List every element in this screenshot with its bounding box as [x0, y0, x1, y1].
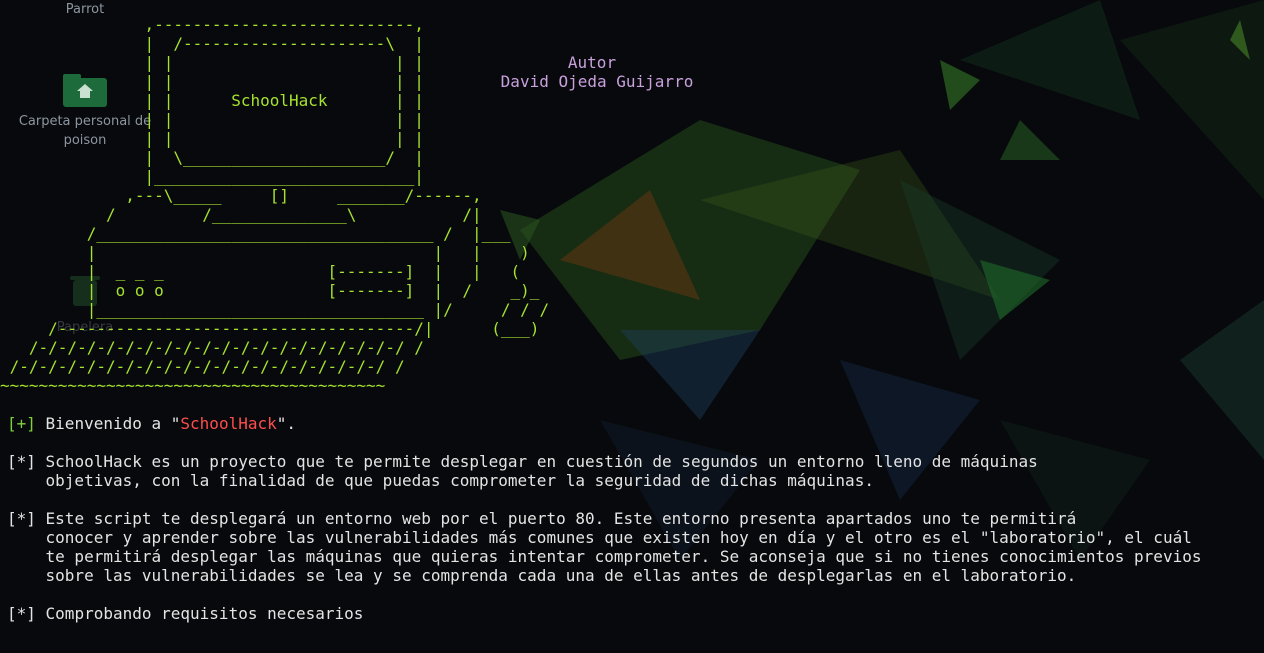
- description-line-1: SchoolHack es un proyecto que te permite…: [35, 452, 1038, 471]
- ascii-computer-art: ,---------------------------, | /-------…: [0, 15, 550, 395]
- terminal-output[interactable]: ,---------------------------, | /-------…: [0, 0, 1264, 653]
- script-info-line-1: Este script te desplegará un entorno web…: [35, 509, 1077, 528]
- welcome-text-end: ".: [276, 414, 296, 433]
- checking-text: Comprobando requisitos necesarios: [35, 604, 364, 623]
- author-name: David Ojeda Guijarro: [500, 72, 694, 91]
- info-prefix: [*]: [7, 509, 36, 528]
- info-prefix: [*]: [7, 604, 36, 623]
- welcome-highlight: SchoolHack: [180, 414, 277, 433]
- message-welcome: [+] Bienvenido a "SchoolHack".: [7, 414, 296, 433]
- script-info-line-2: conocer y aprender sobre las vulnerabili…: [7, 528, 1192, 547]
- script-info-line-4: sobre las vulnerabilidades se lea y se c…: [7, 566, 1077, 585]
- banner-title: SchoolHack: [231, 91, 328, 110]
- info-prefix: [*]: [7, 452, 36, 471]
- message-description: [*] SchoolHack es un proyecto que te per…: [7, 452, 1038, 490]
- success-prefix: [+]: [7, 414, 36, 433]
- author-heading: Autor: [567, 53, 617, 72]
- description-line-2: objetivas, con la finalidad de que pueda…: [7, 471, 874, 490]
- welcome-text: Bienvenido a ": [35, 414, 181, 433]
- message-checking-requirements: [*] Comprobando requisitos necesarios: [7, 604, 363, 623]
- message-script-info: [*] Este script te desplegará un entorno…: [7, 509, 1201, 585]
- script-info-line-3: te permitirá desplegar las máquinas que …: [7, 547, 1202, 566]
